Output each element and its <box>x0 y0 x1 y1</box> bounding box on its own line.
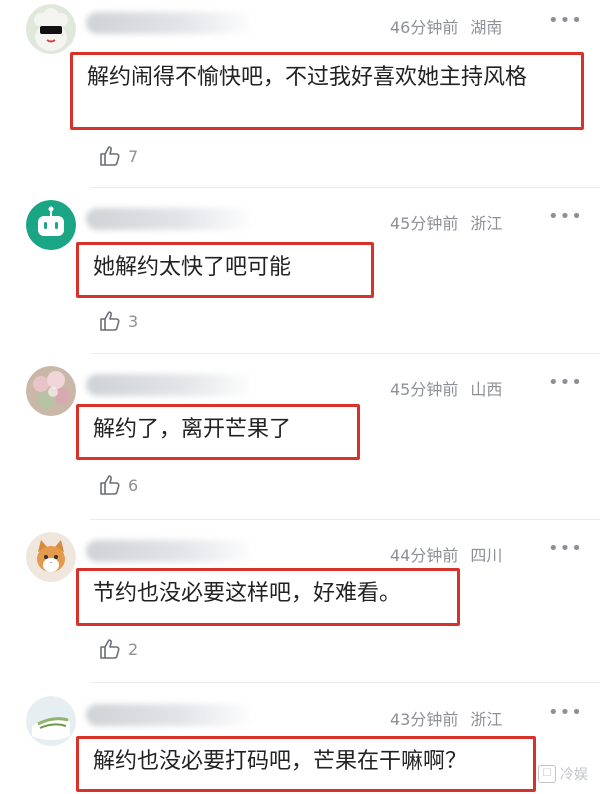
more-options-icon[interactable]: ••• <box>548 373 582 393</box>
username-blurred <box>86 208 256 230</box>
avatar[interactable] <box>26 696 76 746</box>
comment-location: 浙江 <box>470 214 503 233</box>
like-button[interactable]: 3 <box>98 308 138 334</box>
comment-item: 46分钟前 湖南 ••• 解约闹得不愉快吧，不过我好喜欢她主持风格 7 <box>0 2 600 188</box>
watermark-logo-icon: ☐ <box>538 765 556 783</box>
comment-text-highlighted: 她解约太快了吧可能 <box>76 242 374 298</box>
comment-text-highlighted: 解约闹得不愉快吧，不过我好喜欢她主持风格 <box>70 52 584 130</box>
comment-time: 45分钟前 <box>390 380 459 399</box>
comment-time: 45分钟前 <box>390 214 459 233</box>
watermark: ☐ 冷娱 <box>538 764 588 784</box>
comment-item: 45分钟前 山西 ••• 解约了，离开芒果了 6 <box>0 364 600 528</box>
comment-time: 44分钟前 <box>390 546 459 565</box>
comment-text-highlighted: 节约也没必要这样吧，好难看。 <box>76 568 460 626</box>
like-count: 3 <box>128 311 139 331</box>
username-blurred <box>86 374 256 396</box>
comment-item: 43分钟前 浙江 ••• 解约也没必要打码吧，芒果在干嘛啊？ <box>0 694 600 794</box>
username-blurred <box>86 540 256 562</box>
thumbs-up-icon <box>100 475 120 495</box>
comment-meta: 45分钟前 浙江 <box>390 210 502 234</box>
like-count: 2 <box>128 639 139 659</box>
more-options-icon[interactable]: ••• <box>548 11 582 31</box>
avatar[interactable] <box>26 532 76 582</box>
comment-text-highlighted: 解约也没必要打码吧，芒果在干嘛啊？ <box>76 736 536 792</box>
more-options-icon[interactable]: ••• <box>548 539 582 559</box>
watermark-text: 冷娱 <box>560 767 588 783</box>
comment-location: 山西 <box>470 380 503 399</box>
thumbs-up-icon <box>100 639 120 659</box>
avatar[interactable] <box>26 366 76 416</box>
divider <box>90 682 600 683</box>
like-count: 6 <box>128 475 139 495</box>
avatar[interactable] <box>26 4 76 54</box>
like-button[interactable]: 7 <box>98 143 138 169</box>
more-options-icon[interactable]: ••• <box>548 703 582 723</box>
comment-location: 四川 <box>470 546 503 565</box>
like-count: 7 <box>128 146 139 166</box>
divider <box>90 519 600 520</box>
comment-meta: 43分钟前 浙江 <box>390 706 502 730</box>
divider <box>90 353 600 354</box>
comment-location: 湖南 <box>470 18 503 37</box>
comment-location: 浙江 <box>470 710 503 729</box>
avatar[interactable] <box>26 200 76 250</box>
username-blurred <box>86 704 256 726</box>
username-blurred <box>86 12 256 34</box>
divider <box>90 187 600 188</box>
comment-item: 44分钟前 四川 ••• 节约也没必要这样吧，好难看。 2 <box>0 530 600 694</box>
comment-meta: 46分钟前 湖南 <box>390 14 502 38</box>
like-button[interactable]: 6 <box>98 472 138 498</box>
like-button[interactable]: 2 <box>98 636 138 662</box>
thumbs-up-icon <box>100 311 120 331</box>
more-options-icon[interactable]: ••• <box>548 207 582 227</box>
comment-time: 43分钟前 <box>390 710 459 729</box>
comment-time: 46分钟前 <box>390 18 459 37</box>
comment-text-highlighted: 解约了，离开芒果了 <box>76 404 360 460</box>
thumbs-up-icon <box>100 146 120 166</box>
comment-item: 45分钟前 浙江 ••• 她解约太快了吧可能 3 <box>0 198 600 362</box>
comment-meta: 44分钟前 四川 <box>390 542 502 566</box>
comment-meta: 45分钟前 山西 <box>390 376 502 400</box>
